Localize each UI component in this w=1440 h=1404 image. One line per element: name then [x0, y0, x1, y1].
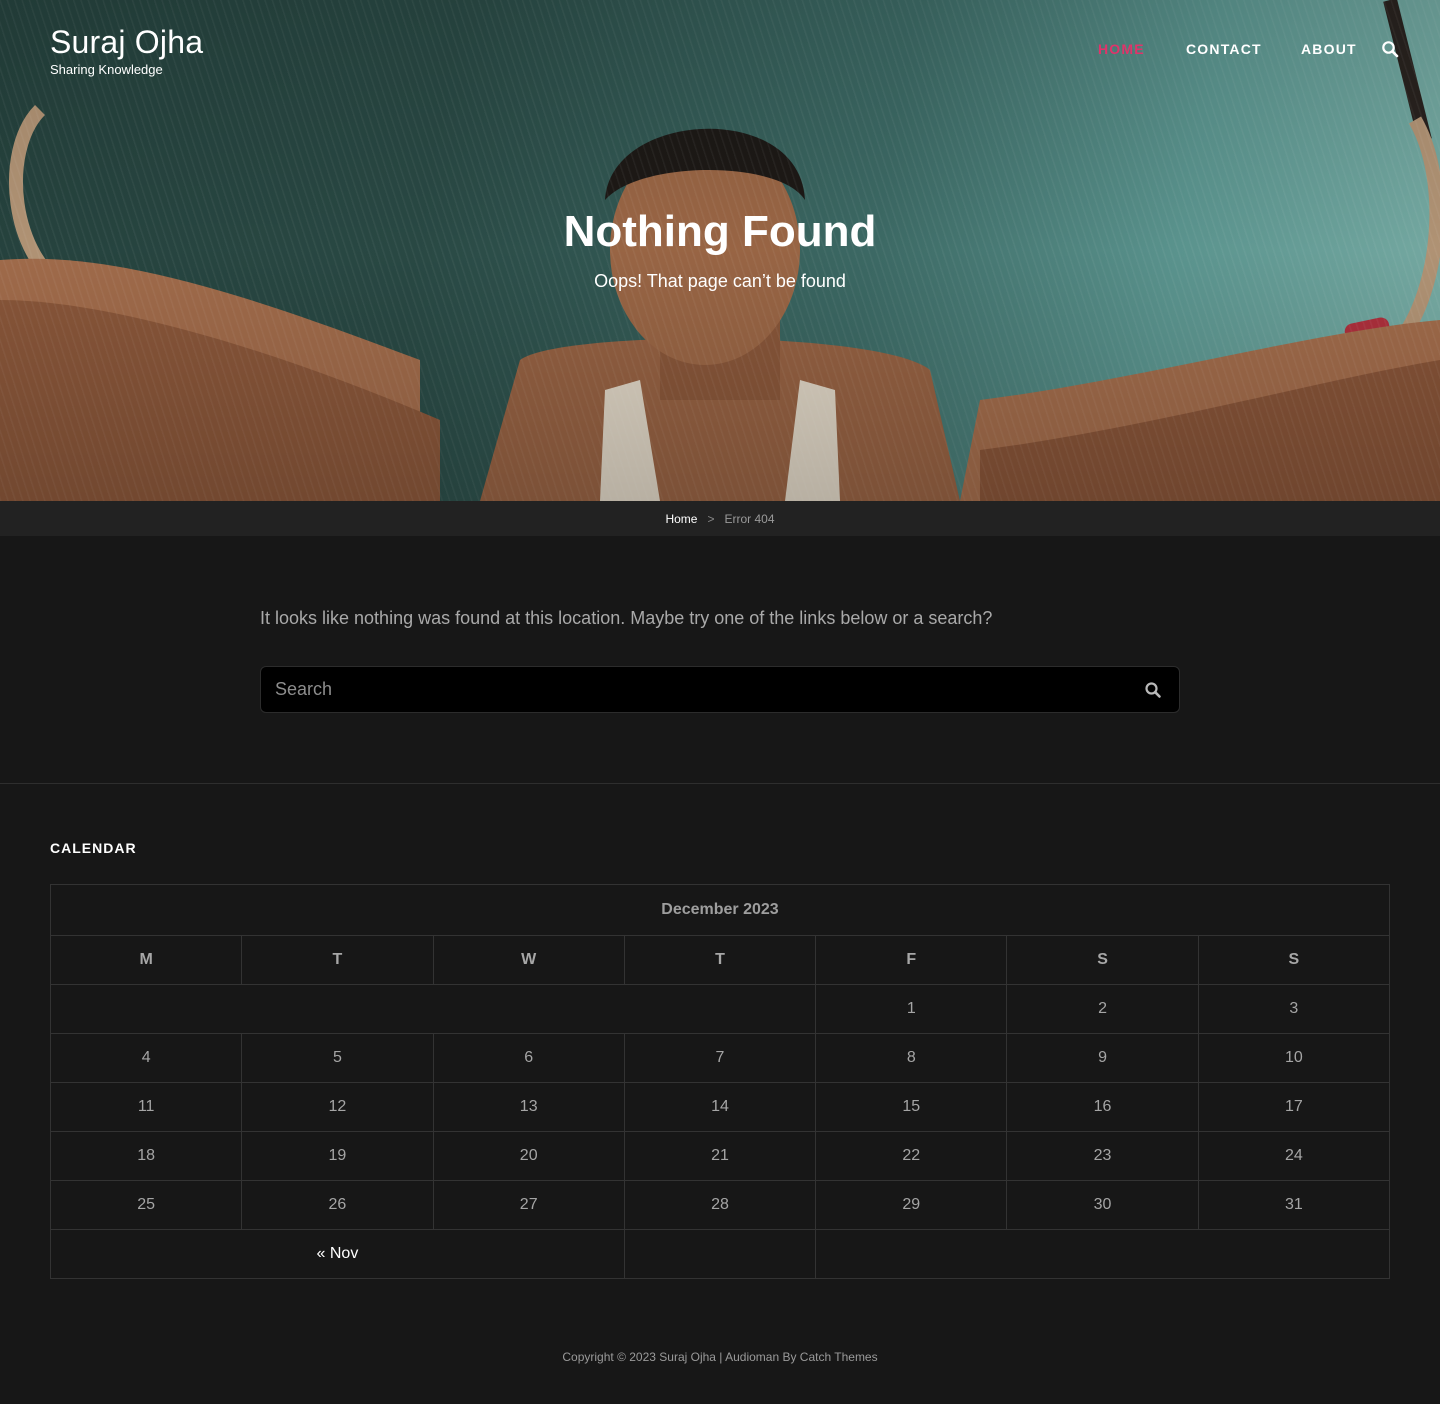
calendar-day: 27 [432, 1180, 625, 1230]
calendar-day: 3 [1197, 984, 1391, 1034]
calendar-table: December 2023 M T W T F S S 1 2 3 4 5 6 … [49, 884, 1391, 1279]
calendar-day: 23 [1006, 1131, 1199, 1181]
calendar-heading: CALENDAR [50, 840, 137, 856]
weekday-row: M T W T F S S [49, 935, 1391, 985]
site-title[interactable]: Suraj Ojha [50, 24, 203, 61]
calendar-week: 18 19 20 21 22 23 24 [49, 1131, 1391, 1181]
calendar-day: 18 [49, 1131, 243, 1181]
calendar-day: 22 [815, 1131, 1008, 1181]
page-title: Nothing Found [563, 207, 877, 256]
calendar-day: 11 [49, 1082, 243, 1132]
calendar-day: 10 [1197, 1033, 1391, 1083]
nav-home[interactable]: HOME [1098, 41, 1145, 57]
calendar-prev-cell: « Nov [50, 1229, 625, 1279]
calendar-week: 1 2 3 [49, 984, 1391, 1034]
calendar-week: 11 12 13 14 15 16 17 [49, 1082, 1391, 1132]
calendar-nav-row: « Nov [50, 1229, 1390, 1279]
calendar-day: 21 [623, 1131, 817, 1181]
calendar-week: 4 5 6 7 8 9 10 [49, 1033, 1391, 1083]
section-divider [0, 783, 1440, 784]
nav-about[interactable]: ABOUT [1301, 41, 1357, 57]
weekday-header: M [49, 935, 243, 985]
not-found-message: It looks like nothing was found at this … [260, 608, 993, 628]
nav-contact[interactable]: CONTACT [1186, 41, 1262, 57]
calendar-day: 30 [1006, 1180, 1199, 1230]
breadcrumb-separator: > [707, 511, 715, 526]
calendar-day: 6 [432, 1033, 625, 1083]
site-footer: Copyright © 2023 Suraj Ojha | Audioman B… [0, 1350, 1440, 1364]
calendar-day: 31 [1197, 1180, 1391, 1230]
calendar-day: 1 [815, 984, 1008, 1034]
breadcrumb: Home > Error 404 [0, 501, 1440, 536]
calendar-caption: December 2023 [50, 884, 1390, 935]
search-form [260, 666, 1180, 713]
breadcrumb-current: Error 404 [724, 511, 775, 526]
search-icon[interactable] [1144, 681, 1162, 699]
search-icon[interactable] [1381, 40, 1399, 58]
calendar-day: 9 [1006, 1033, 1199, 1083]
calendar-day: 16 [1006, 1082, 1199, 1132]
calendar-day: 24 [1197, 1131, 1391, 1181]
breadcrumb-home[interactable]: Home [665, 512, 697, 526]
calendar-day: 25 [49, 1180, 243, 1230]
footer-copyright: Copyright © 2023 Suraj Ojha | Audioman B… [562, 1350, 878, 1364]
calendar-day: 20 [432, 1131, 625, 1181]
calendar-pad [623, 1229, 817, 1279]
calendar-day: 15 [815, 1082, 1008, 1132]
calendar-day: 14 [623, 1082, 817, 1132]
calendar-prev-link[interactable]: « Nov [317, 1245, 359, 1262]
site-tagline: Sharing Knowledge [50, 62, 163, 77]
page-subtitle: Oops! That page can’t be found [594, 271, 846, 291]
weekday-header: S [1197, 935, 1391, 985]
weekday-header: W [432, 935, 625, 985]
calendar-day: 8 [815, 1033, 1008, 1083]
calendar-day: 12 [241, 1082, 434, 1132]
hero-banner: Suraj Ojha Sharing Knowledge HOME CONTAC… [0, 0, 1440, 501]
calendar-day: 4 [49, 1033, 243, 1083]
calendar-day: 7 [623, 1033, 817, 1083]
calendar-day: 19 [241, 1131, 434, 1181]
calendar-day: 2 [1006, 984, 1199, 1034]
calendar-day: 26 [241, 1180, 434, 1230]
calendar-pad [49, 984, 817, 1034]
weekday-header: F [815, 935, 1008, 985]
weekday-header: S [1006, 935, 1199, 985]
calendar-day: 5 [241, 1033, 434, 1083]
calendar-day: 13 [432, 1082, 625, 1132]
weekday-header: T [623, 935, 817, 985]
search-input[interactable] [275, 667, 1115, 712]
calendar-day: 17 [1197, 1082, 1391, 1132]
calendar-next-cell [815, 1229, 1390, 1279]
weekday-header: T [241, 935, 434, 985]
calendar-day: 29 [815, 1180, 1008, 1230]
calendar-week: 25 26 27 28 29 30 31 [49, 1180, 1391, 1230]
calendar-day: 28 [623, 1180, 817, 1230]
